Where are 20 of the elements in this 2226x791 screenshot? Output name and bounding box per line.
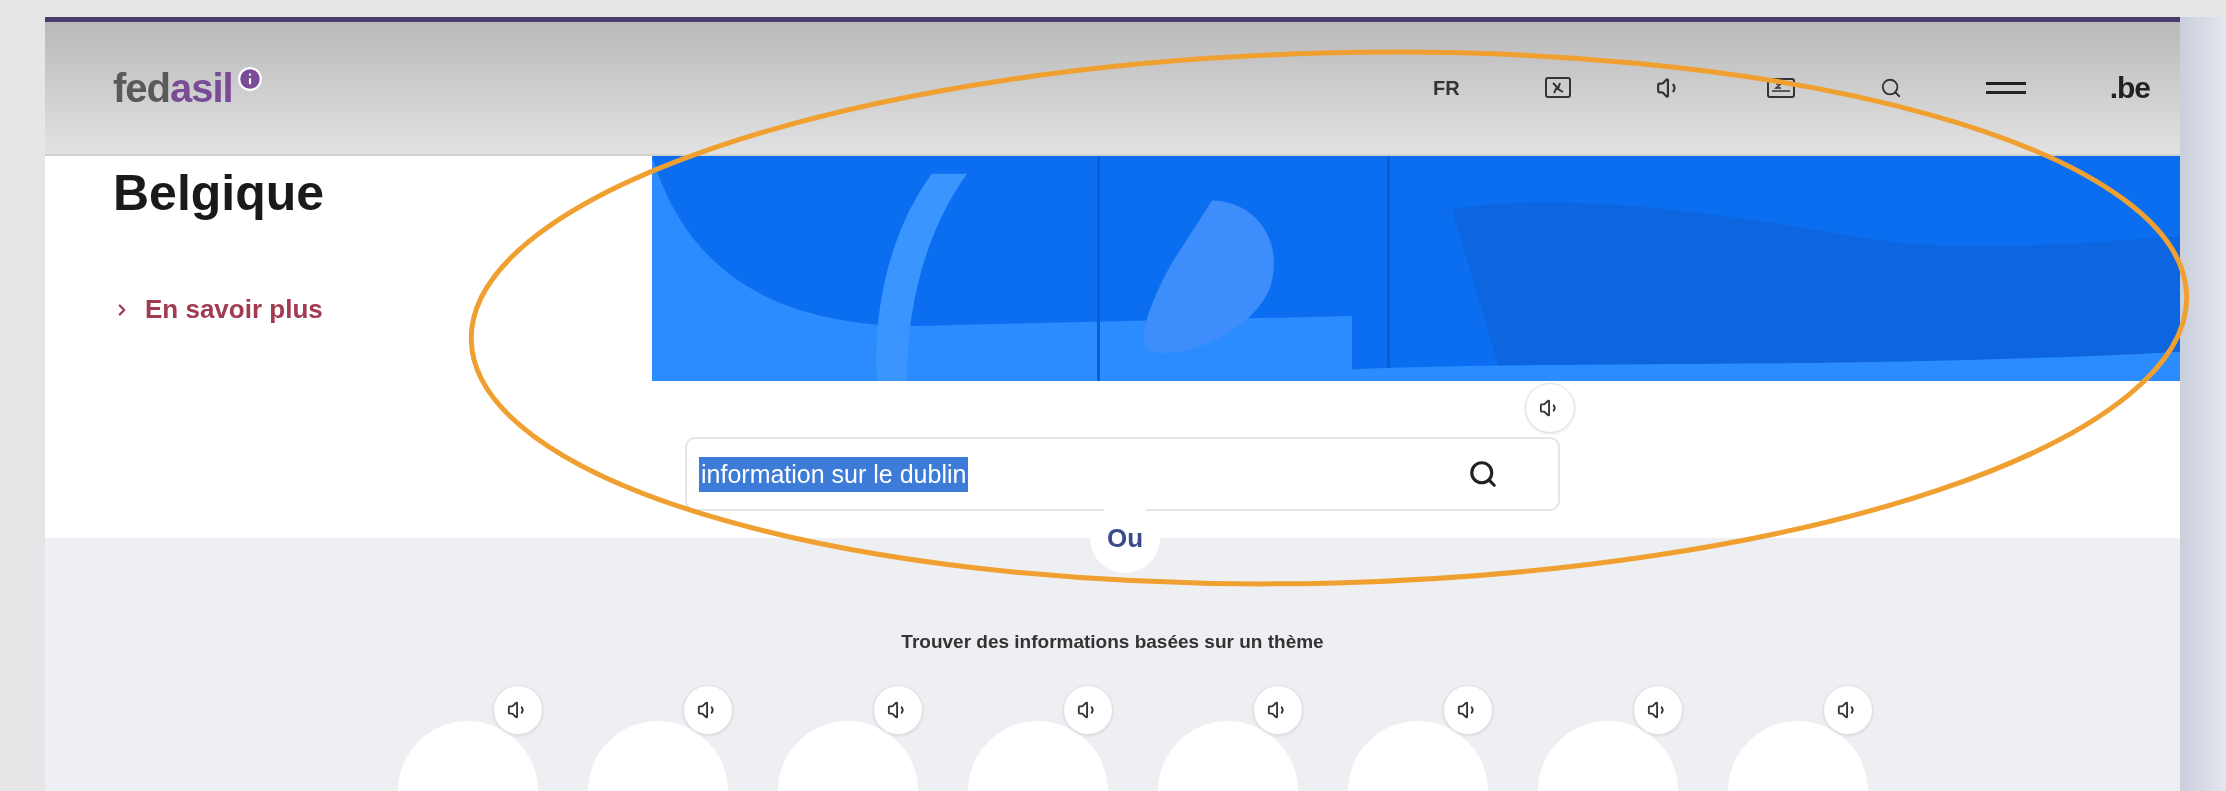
section-heading: Trouver des informations basées sur un thème xyxy=(901,631,1324,653)
more-link[interactable]: En savoir plus xyxy=(113,294,652,325)
audio-button[interactable] xyxy=(492,685,543,735)
audio-button[interactable] xyxy=(1062,685,1113,735)
language-button[interactable]: FR xyxy=(1432,76,1460,100)
menu-icon[interactable] xyxy=(1985,81,2026,95)
page-title: Belgique xyxy=(113,164,326,222)
audio-button[interactable] xyxy=(1632,685,1683,735)
search-field[interactable]: information sur le dublin xyxy=(685,437,1560,511)
audio-button[interactable] xyxy=(1252,685,1303,735)
search-icon[interactable] xyxy=(1879,77,1902,99)
fedasil-logo[interactable]: fedasil xyxy=(113,65,263,111)
search-icon[interactable] xyxy=(1468,459,1498,489)
audio-button[interactable] xyxy=(682,685,733,735)
audio-button[interactable] xyxy=(872,685,923,735)
audio-button[interactable] xyxy=(1822,685,1873,735)
audio-button[interactable] xyxy=(1525,383,1575,433)
government-mark[interactable]: .be xyxy=(2109,71,2150,105)
audio-button[interactable] xyxy=(1442,685,1493,735)
keyboard-icon[interactable] xyxy=(1765,76,1796,100)
